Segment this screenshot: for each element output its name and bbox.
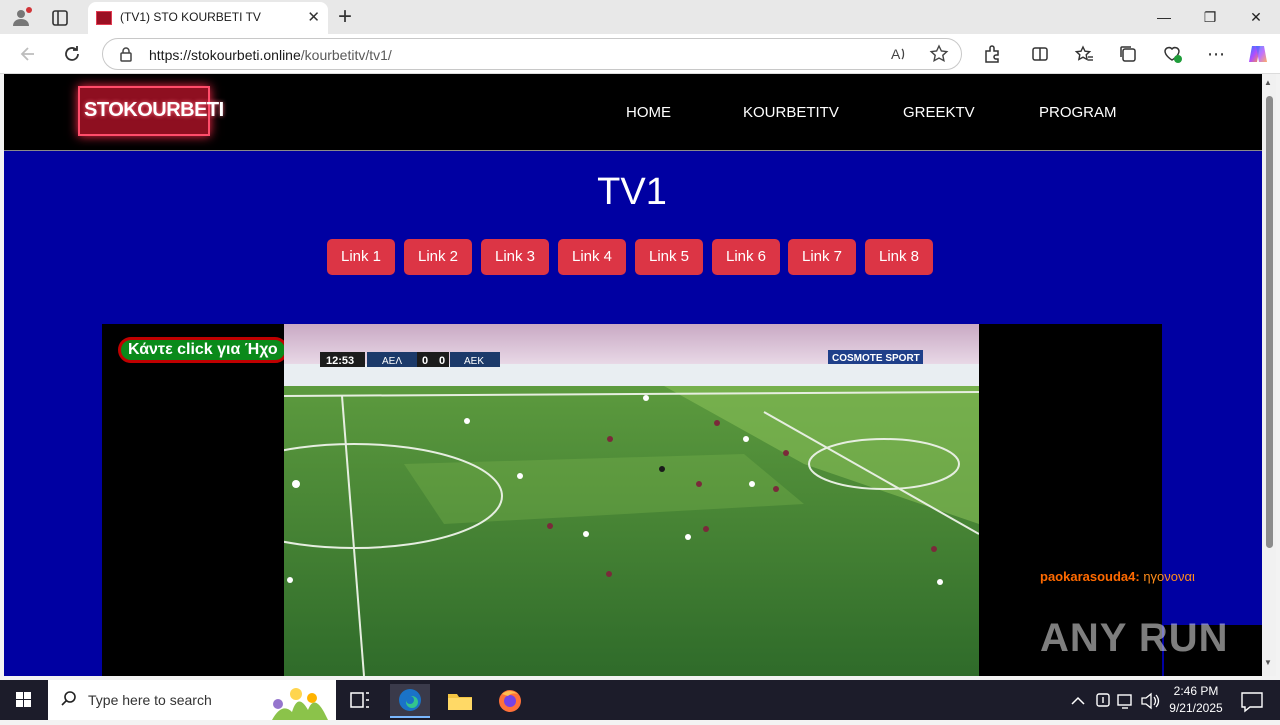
nav-program-link[interactable]: PROGRAM [1039, 104, 1117, 121]
notifications-icon[interactable] [1232, 684, 1272, 718]
tray-chevron-icon[interactable] [1066, 684, 1090, 718]
tab-title: (TV1) STO KOURBETI TV [120, 10, 261, 24]
address-bar[interactable]: https://stokourbeti.online/kourbetitv/tv… [102, 38, 962, 70]
split-screen-icon[interactable] [1026, 40, 1054, 68]
link-2-button[interactable]: Link 2 [404, 239, 472, 275]
refresh-icon[interactable] [58, 40, 86, 68]
scroll-down-arrow-icon[interactable]: ▼ [1264, 658, 1272, 667]
away-team: ΑΕΚ [464, 356, 484, 367]
enable-sound-button[interactable]: Κάντε click για Ήχο [118, 337, 288, 363]
home-score: 0 [422, 355, 428, 367]
ticker-user: paokarasouda4: [1040, 569, 1140, 584]
page-scrollbar[interactable]: ▲ ▼ [1262, 74, 1276, 676]
windows-taskbar: Type here to search 2:46 PM 9/21/2025 [0, 680, 1280, 720]
site-info-lock-icon[interactable] [119, 46, 133, 65]
nav-kourbetitv-link[interactable]: KOURBETITV [743, 104, 839, 121]
nav-home-link[interactable]: HOME [626, 104, 671, 121]
browser-essentials-icon[interactable] [1158, 40, 1186, 68]
video-player[interactable]: Κάντε click για Ήχο 12:53 ΑΕΛ 0 0 ΑΕΚ CO… [102, 324, 1162, 676]
link-4-button[interactable]: Link 4 [558, 239, 626, 275]
browser-toolbar: https://stokourbeti.online/kourbetitv/tv… [0, 34, 1280, 74]
url-text: https://stokourbeti.online/kourbetitv/tv… [149, 47, 392, 63]
back-arrow-icon[interactable] [14, 40, 42, 68]
scrollbar-thumb[interactable] [1266, 96, 1273, 548]
taskbar-search-box[interactable]: Type here to search [48, 680, 336, 720]
minimize-button[interactable]: — [1144, 4, 1184, 30]
url-host: https://stokourbeti.online [149, 47, 301, 63]
link-3-button[interactable]: Link 3 [481, 239, 549, 275]
clock-date: 9/21/2025 [1169, 701, 1223, 715]
copilot-icon[interactable] [1244, 40, 1272, 68]
url-path: /kourbetitv/tv1/ [300, 47, 392, 63]
window-close-button[interactable]: ✕ [1236, 4, 1276, 30]
link-1-button[interactable]: Link 1 [327, 239, 395, 275]
tab-actions-icon[interactable] [50, 8, 70, 28]
flower-decoration-icon [262, 682, 332, 720]
site-header: STOKOURBETI HOME KOURBETITV GREEKTV PROG… [4, 74, 1262, 151]
settings-more-icon[interactable]: ⋯ [1202, 40, 1230, 68]
new-tab-button[interactable]: + [338, 3, 352, 31]
collections-icon[interactable] [1114, 40, 1142, 68]
tab-close-icon[interactable]: ✕ [307, 8, 320, 26]
ticker-message: ηγονοναι [1143, 569, 1195, 584]
system-clock[interactable]: 2:46 PM 9/21/2025 [1166, 683, 1226, 717]
link-8-button[interactable]: Link 8 [865, 239, 933, 275]
read-aloud-icon[interactable]: A [889, 44, 909, 69]
page-title: TV1 [597, 171, 667, 213]
restore-button[interactable]: ❐ [1190, 4, 1230, 30]
browser-tab-strip: (TV1) STO KOURBETI TV ✕ + — ❐ ✕ [0, 0, 1280, 34]
clock-time: 2:46 PM [1173, 684, 1219, 698]
away-score: 0 [439, 355, 445, 367]
site-logo[interactable]: STOKOURBETI [78, 86, 224, 136]
network-icon[interactable] [1114, 684, 1136, 718]
video-frame[interactable]: 12:53 ΑΕΛ 0 0 ΑΕΚ COSMOTE SPORT [284, 324, 979, 676]
page-viewport: STOKOURBETI HOME KOURBETITV GREEKTV PROG… [4, 74, 1262, 676]
favorites-icon[interactable] [1070, 40, 1098, 68]
chat-ticker: paokarasouda4: ηγονοναι [1040, 569, 1195, 584]
home-team: ΑΕΛ [382, 356, 402, 367]
link-7-button[interactable]: Link 7 [788, 239, 856, 275]
file-explorer-icon[interactable] [440, 684, 480, 718]
task-view-icon[interactable] [340, 684, 380, 718]
search-placeholder: Type here to search [88, 692, 212, 708]
link-6-button[interactable]: Link 6 [712, 239, 780, 275]
search-icon [60, 690, 78, 713]
football-pitch-image: 12:53 ΑΕΛ 0 0 ΑΕΚ COSMOTE SPORT [284, 324, 979, 676]
site-logo-text: STOKOURBETI [84, 99, 224, 121]
favorite-star-icon[interactable] [929, 44, 949, 69]
scroll-up-arrow-icon[interactable]: ▲ [1264, 78, 1272, 87]
site-favicon-icon [96, 11, 112, 25]
volume-icon[interactable] [1138, 684, 1162, 718]
anyrun-watermark: ANY RUN [1040, 616, 1229, 660]
svg-text:A: A [891, 46, 901, 62]
active-tab[interactable]: (TV1) STO KOURBETI TV ✕ [88, 2, 328, 34]
broadcaster-logo: COSMOTE SPORT [832, 353, 920, 364]
link-5-button[interactable]: Link 5 [635, 239, 703, 275]
extensions-icon[interactable] [978, 40, 1006, 68]
tray-app-icon[interactable] [1092, 684, 1114, 718]
scoreboard: 12:53 ΑΕΛ 0 0 ΑΕΚ [320, 352, 500, 367]
start-button[interactable] [0, 680, 48, 720]
edge-taskbar-icon[interactable] [390, 684, 430, 718]
firefox-icon[interactable] [490, 684, 530, 718]
match-clock: 12:53 [326, 355, 354, 367]
nav-greektv-link[interactable]: GREEKTV [903, 104, 975, 121]
profile-icon[interactable] [10, 6, 34, 30]
